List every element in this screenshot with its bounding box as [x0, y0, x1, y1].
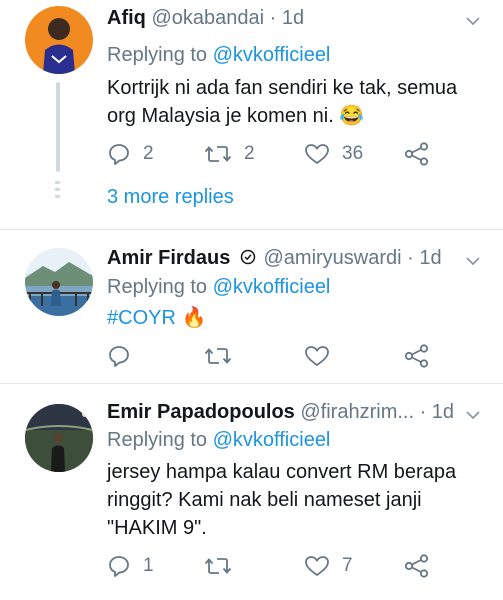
timestamp[interactable]: · 1d: [420, 401, 454, 423]
tweet-3[interactable]: Emir Papadopoulos @firahzrim... · 1d Rep…: [0, 384, 503, 600]
avatar[interactable]: [25, 6, 93, 74]
tweet-header: Afiq @okabandai · 1d: [107, 6, 304, 30]
share-button[interactable]: [404, 142, 430, 166]
like-button[interactable]: [304, 344, 342, 368]
tweet-text-line: jersey hampa kalau convert RM berapa: [107, 461, 457, 483]
tweet-text-line: org Malaysia je komen ni. 😂: [107, 105, 365, 127]
replying-to: Replying to @kvkofficieel: [107, 428, 330, 452]
retweet-button[interactable]: 2: [204, 142, 255, 166]
chevron-down-icon[interactable]: [466, 14, 480, 28]
reply-icon: [109, 556, 129, 577]
retweet-icon: [204, 348, 232, 364]
display-name[interactable]: Afiq: [107, 7, 146, 29]
replying-to: Replying to @kvkofficieel: [107, 43, 330, 67]
share-icon: [404, 142, 429, 166]
tweet-header: Amir Firdaus @amiryuswardi · 1d: [107, 246, 442, 270]
chevron-down-icon[interactable]: [466, 254, 480, 268]
verified-badge-icon: [240, 249, 256, 265]
share-icon: [404, 344, 429, 368]
thread-line: [56, 82, 60, 172]
share-button[interactable]: [404, 554, 430, 578]
tweet-1[interactable]: Afiq @okabandai · 1d Replying to @kvkoff…: [0, 0, 503, 228]
retweet-icon: [204, 146, 232, 162]
tweet-2[interactable]: Amir Firdaus @amiryuswardi · 1d Replying…: [0, 230, 503, 380]
mention-link[interactable]: @kvkofficieel: [213, 44, 331, 66]
reply-icon: [109, 346, 129, 367]
user-handle[interactable]: @firahzrim...: [300, 401, 414, 423]
hashtag-link[interactable]: #COYR 🔥: [107, 307, 206, 329]
more-replies-link[interactable]: 3 more replies: [107, 186, 234, 209]
mention-link[interactable]: @kvkofficieel: [213, 429, 331, 451]
replying-to-label: Replying to: [107, 429, 213, 451]
retweet-button[interactable]: [204, 344, 244, 368]
like-count: 36: [342, 143, 364, 164]
replying-to-label: Replying to: [107, 44, 213, 66]
tweet-text: jersey hampa kalau convert RM berapa rin…: [107, 458, 487, 542]
reply-count: 1: [143, 555, 154, 576]
retweet-button[interactable]: [204, 554, 244, 578]
tweet-header: Emir Papadopoulos @firahzrim... · 1d: [107, 400, 454, 424]
tweet-text-line: "HAKIM 9".: [107, 517, 207, 539]
replying-to: Replying to @kvkofficieel: [107, 275, 330, 299]
user-handle[interactable]: @okabandai: [151, 7, 264, 29]
thread-dots: [55, 181, 61, 202]
avatar[interactable]: [25, 404, 93, 472]
timestamp[interactable]: · 1d: [407, 247, 441, 269]
heart-icon: [305, 556, 329, 576]
tweet-text: Kortrijk ni ada fan sendiri ke tak, semu…: [107, 74, 487, 130]
display-name[interactable]: Emir Papadopoulos: [107, 401, 295, 423]
share-button[interactable]: [404, 344, 430, 368]
tweet-text-line: ringgit? Kami nak beli nameset janji: [107, 489, 422, 511]
heart-icon: [305, 346, 329, 366]
retweet-icon: [204, 558, 232, 574]
user-handle[interactable]: @amiryuswardi: [263, 247, 401, 269]
share-icon: [404, 554, 429, 578]
avatar[interactable]: [25, 248, 93, 316]
like-button[interactable]: 36: [304, 142, 363, 166]
reply-button[interactable]: 2: [107, 142, 154, 166]
replying-to-label: Replying to: [107, 276, 213, 298]
like-button[interactable]: 7: [304, 554, 353, 578]
mention-link[interactable]: @kvkofficieel: [213, 276, 331, 298]
reply-button[interactable]: 1: [107, 554, 154, 578]
heart-icon: [305, 144, 329, 164]
reply-button[interactable]: [107, 344, 143, 368]
tweet-text-line: Kortrijk ni ada fan sendiri ke tak, semu…: [107, 77, 458, 99]
chevron-down-icon[interactable]: [466, 408, 480, 422]
display-name[interactable]: Amir Firdaus: [107, 247, 230, 269]
tweet-text: #COYR 🔥: [107, 304, 487, 332]
reply-icon: [109, 144, 129, 165]
like-count: 7: [342, 555, 353, 576]
timestamp[interactable]: · 1d: [270, 7, 304, 29]
reply-count: 2: [143, 143, 154, 164]
retweet-count: 2: [244, 143, 255, 164]
